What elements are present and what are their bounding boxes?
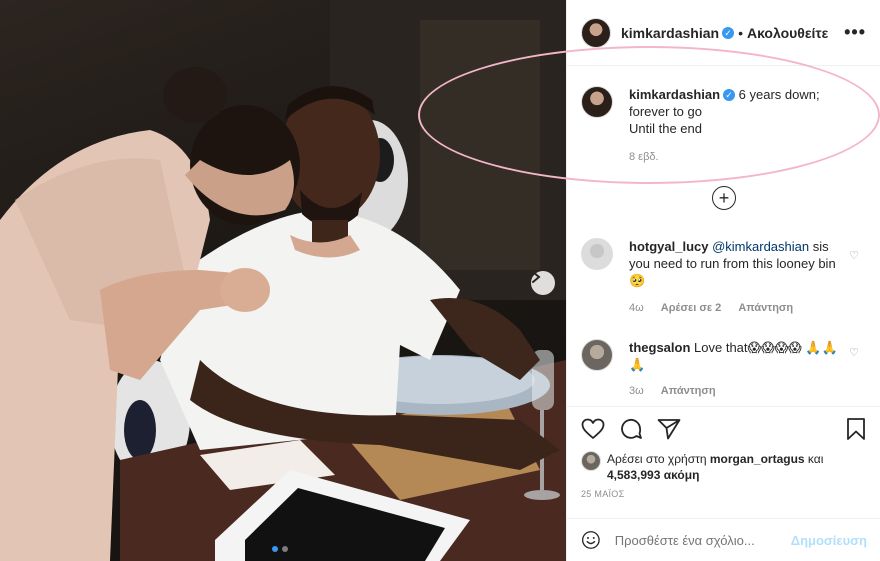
likes-suffix[interactable]: ακόμη [664, 468, 700, 482]
comment-mention[interactable]: @kimkardashian [712, 239, 809, 254]
carousel-dot-active [272, 546, 278, 552]
author-avatar[interactable] [581, 17, 611, 48]
more-options-icon[interactable]: ••• [844, 22, 866, 43]
chevron-right-icon [532, 271, 541, 283]
save-bookmark-icon[interactable] [845, 417, 867, 441]
comment-like-heart-icon[interactable]: ♡ [849, 249, 859, 262]
comment-item: hotgyal_lucy @kimkardashian sis you need… [581, 238, 851, 317]
comment-likes[interactable]: Αρέσει σε 2 [661, 302, 722, 314]
post-header: kimkardashian ✓ • Ακολουθείτε ••• [567, 0, 880, 66]
post-sidebar: kimkardashian ✓ • Ακολουθείτε ••• kimkar… [566, 0, 880, 561]
liker-avatar[interactable] [581, 451, 601, 471]
following-button[interactable]: Ακολουθείτε [747, 25, 828, 41]
load-more-comments-icon[interactable]: + [712, 186, 736, 210]
caption-text-line1: 6 years down; [738, 87, 820, 102]
caption-time[interactable]: 8 εβδ. [629, 151, 659, 163]
verified-badge-icon: ✓ [723, 89, 736, 101]
comment-username[interactable]: hotgyal_lucy [629, 239, 708, 254]
likes-summary: Αρέσει στο χρήστη morgan_ortagus και 4,5… [581, 451, 867, 483]
likes-prefix: Αρέσει στο χρήστη [607, 452, 707, 466]
post-caption: kimkardashian ✓ 6 years down; forever to … [581, 86, 851, 166]
post-comment-button[interactable]: Δημοσίευση [791, 533, 867, 548]
caption-avatar[interactable] [581, 86, 613, 118]
likes-conj: και [807, 452, 824, 466]
carousel-indicators [272, 546, 288, 552]
comments-section[interactable]: kimkardashian ✓ 6 years down; forever to … [567, 66, 880, 406]
emoji-smiley-icon[interactable] [581, 528, 601, 552]
author-username[interactable]: kimkardashian [621, 25, 719, 41]
caption-text-line2: forever to go [629, 104, 702, 119]
caption-username[interactable]: kimkardashian [629, 87, 720, 102]
post-date[interactable]: 25 ΜΑΪΟΣ [581, 489, 867, 499]
caption-text-line3: Until the end [629, 121, 702, 136]
liker-username[interactable]: morgan_ortagus [710, 452, 805, 466]
comment-bubble-icon[interactable] [619, 417, 643, 441]
comment-username[interactable]: thegsalon [629, 340, 690, 355]
reply-button[interactable]: Απάντηση [661, 385, 716, 397]
comment-item: thegsalon Love that😱😱😱😱 🙏🙏🙏 3ω Απάντηση [581, 339, 851, 400]
reply-button[interactable]: Απάντηση [738, 302, 793, 314]
verified-badge-icon: ✓ [722, 26, 735, 39]
next-photo-button[interactable] [531, 271, 555, 295]
comment-time[interactable]: 3ω [629, 385, 644, 397]
post-actions: Αρέσει στο χρήστη morgan_ortagus και 4,5… [567, 406, 880, 499]
comment-like-heart-icon[interactable]: ♡ [849, 346, 859, 359]
plus-glyph: + [718, 188, 730, 208]
post-photo[interactable] [0, 0, 566, 561]
photo-illustration [0, 0, 566, 561]
comment-input[interactable] [614, 532, 791, 548]
commenter-avatar[interactable] [581, 238, 613, 270]
comment-time[interactable]: 4ω [629, 302, 644, 314]
share-paper-plane-icon[interactable] [657, 418, 681, 440]
like-heart-icon[interactable] [581, 418, 605, 440]
commenter-avatar[interactable] [581, 339, 613, 371]
follow-separator: • [738, 24, 743, 41]
add-comment-bar: Δημοσίευση [567, 518, 880, 561]
carousel-dot [282, 546, 288, 552]
likes-count[interactable]: 4,583,993 [607, 468, 660, 482]
